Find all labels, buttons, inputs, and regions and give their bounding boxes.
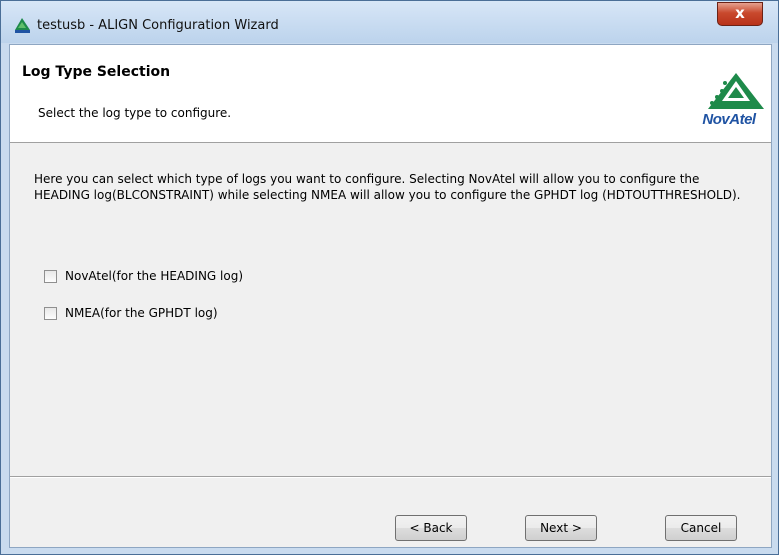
novatel-checkbox[interactable] — [44, 269, 57, 283]
novatel-logo: NovAtel — [692, 71, 766, 131]
cancel-button[interactable]: Cancel — [665, 515, 737, 541]
page-title: Log Type Selection — [22, 64, 171, 80]
nmea-checkbox[interactable] — [44, 306, 57, 320]
logo-triangle-icon — [708, 73, 764, 109]
logo-text: NovAtel — [702, 111, 756, 128]
wizard-body: Log Type Selection Select the log type t… — [9, 44, 772, 548]
page-subtitle: Select the log type to configure. — [38, 106, 232, 120]
footer-separator — [10, 476, 771, 478]
wizard-header: Log Type Selection Select the log type t… — [10, 45, 771, 143]
close-button[interactable]: x — [717, 2, 763, 26]
wizard-window: testusb - ALIGN Configuration Wizard x L… — [0, 0, 779, 555]
nmea-option[interactable]: NMEA(for the GPHDT log) — [44, 305, 218, 321]
window-title: testusb - ALIGN Configuration Wizard — [37, 18, 279, 33]
back-button[interactable]: < Back — [395, 515, 467, 541]
novatel-app-icon — [15, 18, 30, 33]
title-bar[interactable]: testusb - ALIGN Configuration Wizard x — [1, 1, 778, 43]
novatel-option[interactable]: NovAtel(for the HEADING log) — [44, 268, 243, 284]
novatel-option-label: NovAtel(for the HEADING log) — [65, 269, 244, 283]
next-button[interactable]: Next > — [525, 515, 597, 541]
nmea-option-label: NMEA(for the GPHDT log) — [65, 306, 218, 320]
description-text: Here you can select which type of logs y… — [34, 172, 741, 202]
